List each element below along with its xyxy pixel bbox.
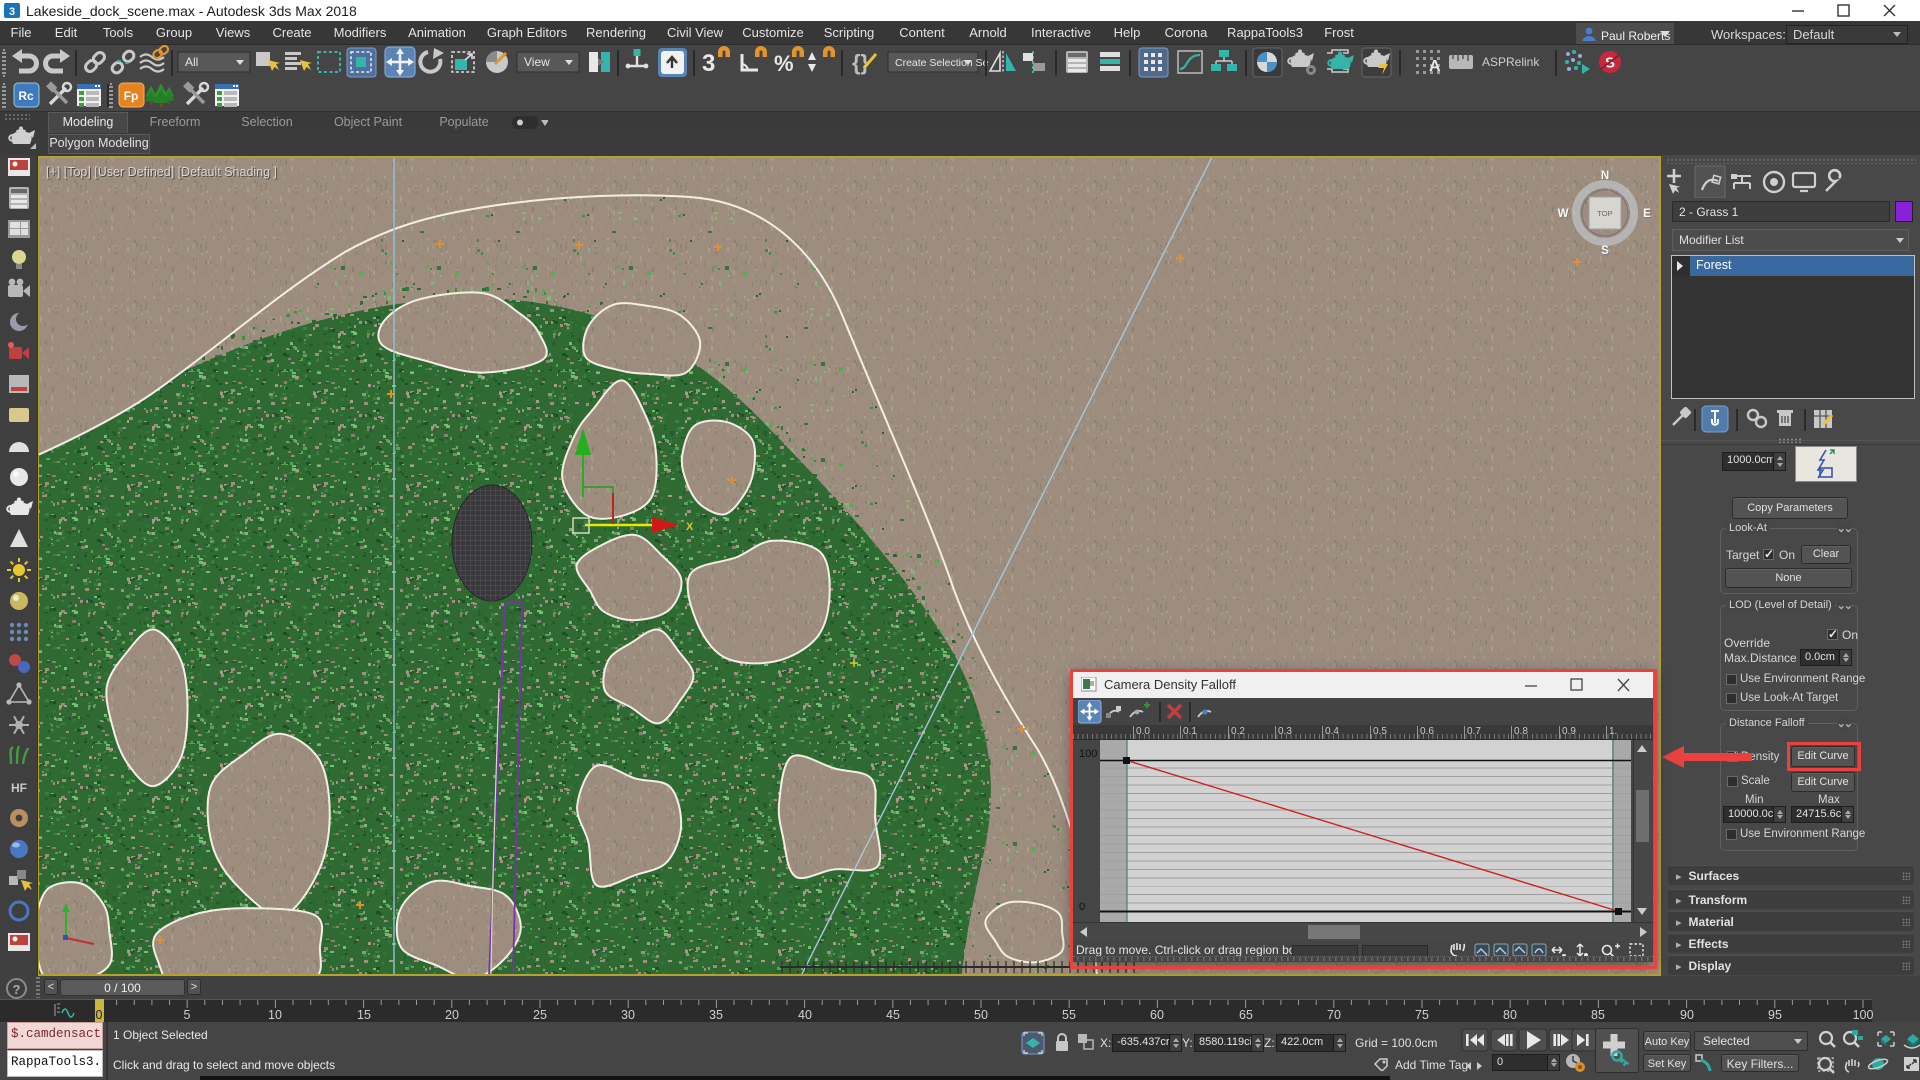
svg-text:80: 80 bbox=[1503, 1008, 1517, 1022]
svg-text:Fp: Fp bbox=[124, 89, 139, 103]
svg-text:25: 25 bbox=[533, 1008, 547, 1022]
svg-text:50: 50 bbox=[974, 1008, 988, 1022]
svg-text:%: % bbox=[774, 51, 794, 76]
svg-text:A: A bbox=[1429, 58, 1441, 75]
svg-text:85: 85 bbox=[1591, 1008, 1605, 1022]
svg-text:3: 3 bbox=[702, 50, 715, 77]
svg-text:0: 0 bbox=[96, 1008, 103, 1022]
svg-text:View: View bbox=[524, 55, 550, 69]
svg-text:20: 20 bbox=[445, 1008, 459, 1022]
svg-text:HF: HF bbox=[11, 781, 27, 795]
svg-text:60: 60 bbox=[1150, 1008, 1164, 1022]
svg-text:55: 55 bbox=[1062, 1008, 1076, 1022]
svg-text:95: 95 bbox=[1768, 1008, 1782, 1022]
svg-text:3: 3 bbox=[9, 6, 15, 18]
svg-text:ASPRelink: ASPRelink bbox=[1482, 55, 1540, 69]
svg-text:All: All bbox=[185, 55, 198, 69]
svg-text:70: 70 bbox=[1327, 1008, 1341, 1022]
svg-text:10: 10 bbox=[268, 1008, 282, 1022]
svg-text:35: 35 bbox=[709, 1008, 723, 1022]
svg-text:15: 15 bbox=[357, 1008, 371, 1022]
svg-text:90: 90 bbox=[1680, 1008, 1694, 1022]
svg-text:Create Selection Se: Create Selection Se bbox=[895, 57, 989, 69]
svg-text:5: 5 bbox=[184, 1008, 191, 1022]
svg-text:30: 30 bbox=[621, 1008, 635, 1022]
svg-text:65: 65 bbox=[1239, 1008, 1253, 1022]
svg-text:45: 45 bbox=[886, 1008, 900, 1022]
svg-text:100: 100 bbox=[1853, 1008, 1874, 1022]
svg-text:75: 75 bbox=[1415, 1008, 1429, 1022]
svg-text:Rc: Rc bbox=[18, 89, 34, 103]
svg-text:40: 40 bbox=[798, 1008, 812, 1022]
